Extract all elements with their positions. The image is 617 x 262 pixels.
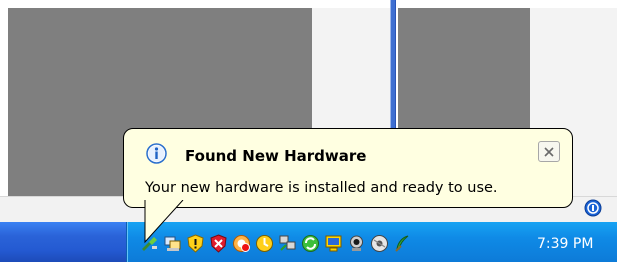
info-icon [146, 143, 167, 164]
notification-balloon[interactable] [123, 128, 573, 208]
sync-icon[interactable] [301, 234, 320, 253]
balloon-message: Your new hardware is installed and ready… [145, 180, 498, 196]
display-icon[interactable] [324, 234, 343, 253]
window-top-strip [0, 0, 617, 8]
security-alert-shield-icon[interactable] [209, 233, 228, 253]
balloon-title: Found New Hardware [185, 147, 367, 165]
info-icon[interactable] [584, 199, 602, 217]
close-icon [544, 146, 554, 157]
scheduler-icon[interactable] [255, 234, 274, 253]
balloon-close-button[interactable] [538, 141, 560, 162]
feather-icon[interactable] [393, 234, 412, 253]
webcam-icon[interactable] [347, 234, 366, 253]
taskbar-clock[interactable]: 7:39 PM [537, 236, 593, 252]
firewall-icon[interactable] [232, 234, 251, 253]
security-center-shield-icon[interactable] [186, 233, 205, 253]
network-adapter-icon[interactable] [278, 234, 297, 253]
balloon-tail [144, 200, 184, 244]
media-disc-icon[interactable] [370, 234, 389, 253]
